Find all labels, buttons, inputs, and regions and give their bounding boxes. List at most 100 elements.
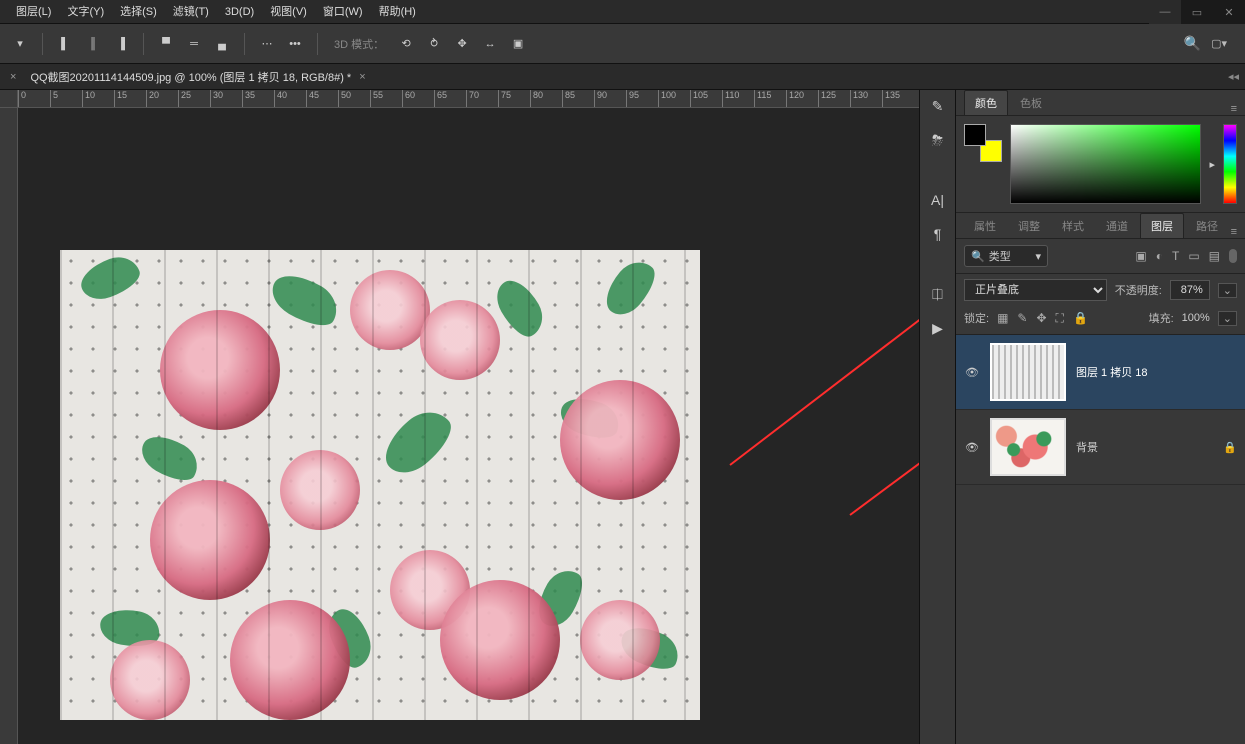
play-panel-icon[interactable]: ▶: [928, 318, 948, 338]
lock-paint-icon[interactable]: ✎: [1017, 311, 1027, 326]
layer-name[interactable]: 背景: [1076, 439, 1213, 455]
fill-value[interactable]: 100%: [1182, 312, 1210, 324]
document-tab-title: QQ截图20201114144509.jpg @ 100% (图层 1 拷贝 1…: [30, 69, 351, 85]
filter-image-icon[interactable]: ▣: [1135, 249, 1146, 263]
collapse-panels-icon[interactable]: ◂◂: [1228, 70, 1245, 83]
document-tab-bar: × QQ截图20201114144509.jpg @ 100% (图层 1 拷贝…: [0, 64, 1245, 90]
orbit-icon[interactable]: ⟲: [394, 32, 418, 56]
lock-row: 锁定: ▦ ✎ ✥ ⛶ 🔒 填充: 100% ⌄: [956, 306, 1245, 335]
lock-all-icon[interactable]: 🔒: [1073, 311, 1088, 326]
menu-3d[interactable]: 3D(D): [217, 0, 262, 24]
window-close-icon[interactable]: ✕: [1213, 0, 1245, 24]
lock-pixels-icon[interactable]: ▦: [997, 311, 1008, 326]
menu-filter[interactable]: 滤镜(T): [165, 0, 217, 24]
ruler-horizontal[interactable]: 0510152025303540455055606570758085909510…: [18, 90, 919, 108]
camera-icon[interactable]: ▣: [506, 32, 530, 56]
screen-mode-icon[interactable]: ▢▾: [1211, 37, 1227, 50]
align-vcenter-icon[interactable]: ═: [182, 32, 206, 56]
foreground-color[interactable]: [964, 124, 986, 146]
3d-mode-label: 3D 模式：: [328, 36, 390, 52]
layer-row[interactable]: 👁 图层 1 拷贝 18: [956, 335, 1245, 410]
layers-filter-row: 🔍 类型 ▾ ▣ ◐ T ▭ ▤: [956, 239, 1245, 274]
menu-select[interactable]: 选择(S): [112, 0, 165, 24]
menu-text[interactable]: 文字(Y): [59, 0, 112, 24]
tab-color[interactable]: 颜色: [964, 90, 1008, 115]
tab-channels[interactable]: 通道: [1096, 214, 1138, 238]
menu-bar: 图层(L) 文字(Y) 选择(S) 滤镜(T) 3D(D) 视图(V) 窗口(W…: [0, 0, 1245, 24]
fill-label: 填充:: [1149, 310, 1174, 326]
annotation-arrow-opacity: [840, 275, 919, 525]
crop-preset-icon[interactable]: ▾: [8, 32, 32, 56]
layer-filter-label: 类型: [989, 248, 1011, 264]
lock-position-icon[interactable]: ✥: [1036, 311, 1046, 326]
tab-prev-icon[interactable]: ×: [10, 71, 22, 83]
slide-icon[interactable]: ↔: [478, 32, 502, 56]
properties-tabs: 属性 调整 样式 通道 图层 路径 ≡: [956, 213, 1245, 239]
blend-mode-select[interactable]: 正片叠底: [964, 279, 1107, 301]
ruler-origin[interactable]: [0, 90, 18, 108]
filter-adjust-icon[interactable]: ◐: [1156, 249, 1163, 263]
align-bottom-icon[interactable]: ▄: [210, 32, 234, 56]
glyphs-panel-icon[interactable]: ⎅: [928, 284, 948, 304]
blend-mode-row: 正片叠底 不透明度: 87% ⌄: [956, 274, 1245, 306]
visibility-icon[interactable]: 👁: [964, 366, 980, 379]
layer-thumbnail[interactable]: [990, 418, 1066, 476]
tab-adjustments[interactable]: 调整: [1008, 214, 1050, 238]
search-icon: 🔍: [971, 250, 985, 263]
lock-artboard-icon[interactable]: ⛶: [1056, 311, 1064, 326]
pan-icon[interactable]: ✥: [450, 32, 474, 56]
document-canvas[interactable]: [60, 250, 700, 720]
tab-layers[interactable]: 图层: [1140, 213, 1184, 238]
lock-icon: 🔒: [1223, 441, 1237, 454]
filter-toggle-icon[interactable]: [1229, 249, 1237, 263]
search-icon[interactable]: 🔍: [1184, 35, 1201, 52]
layer-name[interactable]: 图层 1 拷贝 18: [1076, 364, 1237, 380]
align-top-icon[interactable]: ▀: [154, 32, 178, 56]
filter-shape-icon[interactable]: ▭: [1188, 249, 1199, 263]
document-tab[interactable]: QQ截图20201114144509.jpg @ 100% (图层 1 拷贝 1…: [22, 64, 373, 89]
opacity-value[interactable]: 87%: [1170, 280, 1210, 300]
color-panel: ▸: [956, 116, 1245, 213]
tab-styles[interactable]: 样式: [1052, 214, 1094, 238]
brush-panel-icon[interactable]: ✎: [928, 96, 948, 116]
window-minimize-icon[interactable]: ―: [1149, 0, 1181, 24]
layer-list: 👁 图层 1 拷贝 18 👁 背景 🔒: [956, 335, 1245, 744]
layers-panel-menu-icon[interactable]: ≡: [1231, 226, 1237, 238]
roll-icon[interactable]: ⥁: [422, 32, 446, 56]
tab-swatches[interactable]: 色板: [1010, 91, 1052, 115]
layer-filter-select[interactable]: 🔍 类型 ▾: [964, 245, 1048, 267]
align-right-icon[interactable]: ▐: [109, 32, 133, 56]
ruler-vertical[interactable]: [0, 108, 18, 744]
color-panel-menu-icon[interactable]: ≡: [1231, 103, 1237, 115]
menu-help[interactable]: 帮助(H): [371, 0, 424, 24]
more-icon[interactable]: •••: [283, 32, 307, 56]
hue-slider[interactable]: [1223, 124, 1237, 204]
canvas-area[interactable]: 0510152025303540455055606570758085909510…: [0, 90, 919, 744]
filter-text-icon[interactable]: T: [1172, 249, 1179, 263]
tab-properties[interactable]: 属性: [964, 214, 1006, 238]
distribute-icon[interactable]: ⋯: [255, 32, 279, 56]
lock-label: 锁定:: [964, 310, 989, 326]
align-hcenter-icon[interactable]: ║: [81, 32, 105, 56]
menu-window[interactable]: 窗口(W): [315, 0, 371, 24]
menu-view[interactable]: 视图(V): [262, 0, 315, 24]
opacity-label: 不透明度:: [1115, 282, 1162, 298]
window-restore-icon[interactable]: ▭: [1181, 0, 1213, 24]
character-panel-icon[interactable]: A|: [928, 190, 948, 210]
align-left-icon[interactable]: ▌: [53, 32, 77, 56]
brush-settings-icon[interactable]: ⛈: [928, 130, 948, 150]
color-panel-tabs: 颜色 色板 ≡: [956, 90, 1245, 116]
visibility-icon[interactable]: 👁: [964, 441, 980, 454]
filter-smart-icon[interactable]: ▤: [1209, 249, 1220, 263]
color-picker-field[interactable]: [1010, 124, 1201, 204]
collapsed-panels: ✎ ⛈ A| ¶ ⎅ ▶: [919, 90, 955, 744]
tab-paths[interactable]: 路径: [1186, 214, 1228, 238]
layer-row[interactable]: 👁 背景 🔒: [956, 410, 1245, 485]
opacity-chevron-icon[interactable]: ⌄: [1218, 283, 1237, 298]
layer-thumbnail[interactable]: [990, 343, 1066, 401]
paragraph-panel-icon[interactable]: ¶: [928, 224, 948, 244]
menu-layer[interactable]: 图层(L): [8, 0, 59, 24]
fg-bg-swatch[interactable]: [964, 124, 1002, 162]
close-tab-icon[interactable]: ×: [359, 71, 365, 83]
fill-chevron-icon[interactable]: ⌄: [1218, 311, 1237, 326]
